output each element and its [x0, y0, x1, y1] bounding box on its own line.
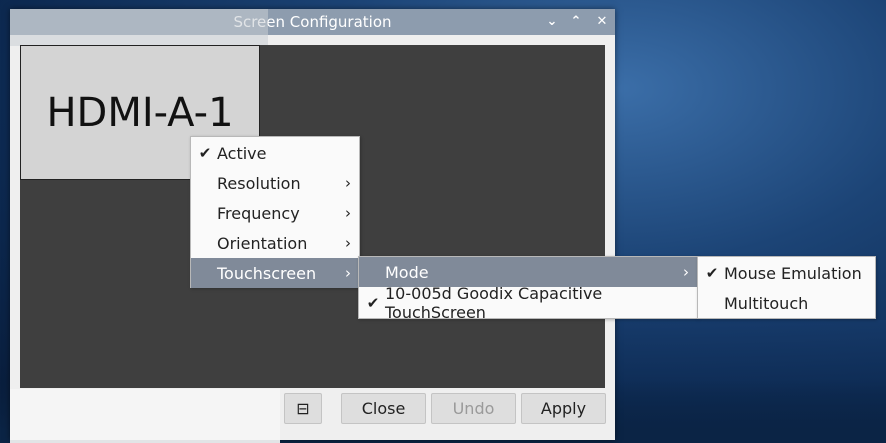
check-icon: ✔: [198, 144, 212, 162]
chevron-right-icon: ›: [683, 263, 689, 281]
chevron-right-icon: ›: [345, 204, 351, 222]
title-bar[interactable]: Screen Configuration ⌄ ⌃ ✕: [10, 9, 615, 46]
undo-button[interactable]: Undo: [431, 393, 516, 424]
menu-item-label: Orientation: [217, 233, 308, 253]
check-icon: ✔: [705, 264, 719, 282]
chevron-right-icon: ›: [345, 234, 351, 252]
menu-item-multitouch[interactable]: Multitouch: [698, 288, 875, 318]
menu-item-mode[interactable]: Mode ›: [359, 257, 697, 287]
menu-item-mouse-emulation[interactable]: ✔ Mouse Emulation: [698, 258, 875, 288]
menu-item-label: Active: [217, 143, 267, 163]
faded-button-area: [10, 389, 280, 443]
touchscreen-submenu: Mode › ✔ 10-005d Goodix Capacitive Touch…: [358, 256, 698, 322]
menu-item-label: 10-005d Goodix Capacitive TouchScreen: [385, 284, 603, 322]
chevron-right-icon: ›: [345, 264, 351, 282]
menu-item-resolution[interactable]: Resolution ›: [191, 168, 359, 198]
menu-item-label: Mode: [385, 262, 429, 282]
monitor-context-menu: ✔ Active Resolution › Frequency › Orient…: [190, 136, 360, 288]
menu-item-label: Mouse Emulation: [724, 263, 862, 283]
mode-submenu: ✔ Mouse Emulation Multitouch: [697, 256, 876, 319]
menu-item-frequency[interactable]: Frequency ›: [191, 198, 359, 228]
window-icon: ⊟: [296, 399, 310, 418]
title-overlay: [10, 9, 268, 46]
apply-button[interactable]: Apply: [521, 393, 606, 424]
menu-item-label: Touchscreen: [217, 263, 317, 283]
monitor-label: HDMI-A-1: [46, 89, 234, 136]
check-icon: ✔: [366, 294, 380, 312]
menu-item-orientation[interactable]: Orientation ›: [191, 228, 359, 258]
minimize-icon[interactable]: ⌄: [544, 14, 560, 30]
menu-item-active[interactable]: ✔ Active: [191, 138, 359, 168]
menu-item-label: Frequency: [217, 203, 300, 223]
menu-item-label: Multitouch: [724, 293, 809, 313]
maximize-icon[interactable]: ⌃: [568, 14, 584, 30]
menu-item-touchscreen[interactable]: Touchscreen ›: [191, 258, 359, 288]
menu-item-goodix-touchscreen[interactable]: ✔ 10-005d Goodix Capacitive TouchScreen: [359, 284, 697, 322]
menu-item-label: Resolution: [217, 173, 301, 193]
small-settings-button[interactable]: ⊟: [284, 393, 322, 424]
close-button[interactable]: Close: [341, 393, 426, 424]
chevron-right-icon: ›: [345, 174, 351, 192]
close-icon[interactable]: ✕: [594, 14, 610, 30]
